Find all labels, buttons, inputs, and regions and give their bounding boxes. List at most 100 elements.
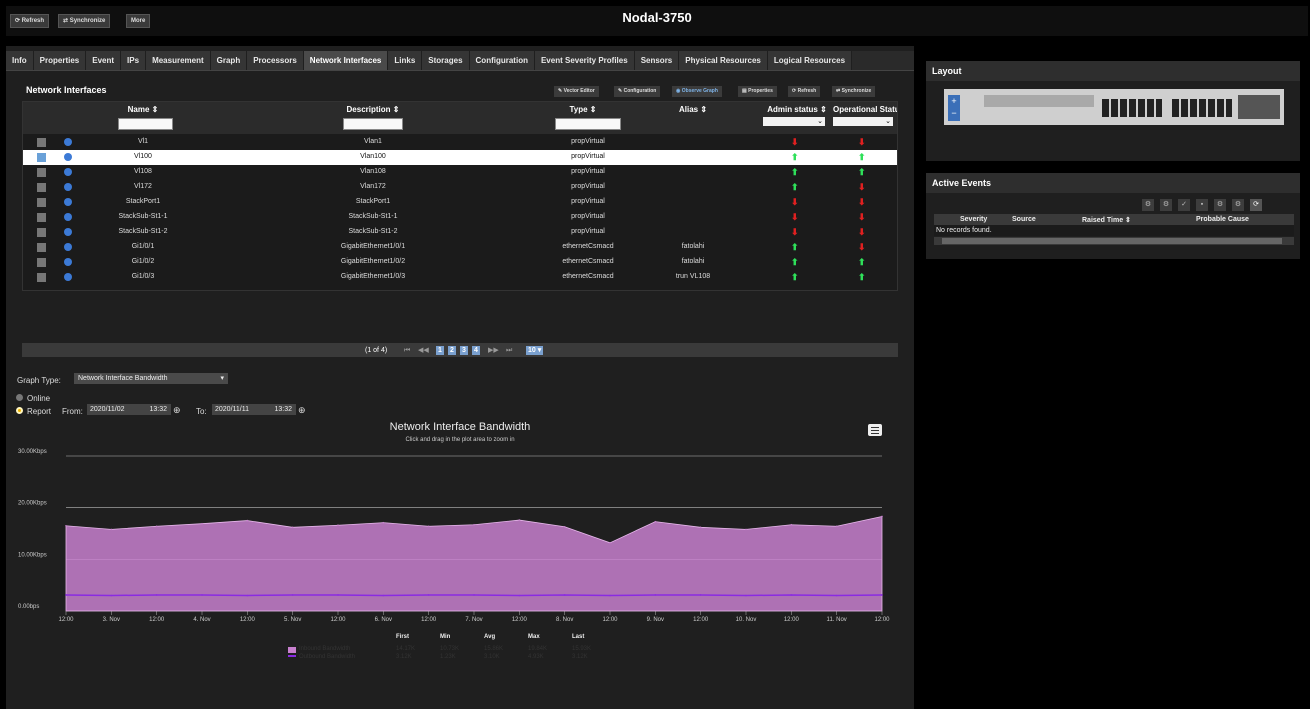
observe-graph-button[interactable]: ◉ Observe Graph <box>672 86 722 97</box>
col-oper-status[interactable]: Operational Status <box>833 105 897 114</box>
row-checkbox[interactable] <box>37 153 46 162</box>
rows-per-page-select[interactable]: 10 ▾ <box>526 346 544 355</box>
row-expand-icon[interactable] <box>64 228 72 236</box>
row-checkbox[interactable] <box>37 273 46 282</box>
table-refresh-button[interactable]: ⟳ Refresh <box>788 86 821 97</box>
tab-sensors[interactable]: Sensors <box>634 51 680 70</box>
tab-ips[interactable]: IPs <box>121 51 147 70</box>
properties-button[interactable]: ▤ Properties <box>738 86 777 97</box>
tab-event[interactable]: Event <box>86 51 122 70</box>
acknowledge-icon[interactable]: ✓ <box>1178 199 1190 211</box>
table-row[interactable]: Vl172 Vlan172 propVirtual ⬆ ⬇ <box>23 180 897 195</box>
row-checkbox[interactable] <box>37 198 46 207</box>
from-time-picker-icon[interactable]: ⊕ <box>173 405 181 416</box>
row-checkbox[interactable] <box>37 213 46 222</box>
col-name[interactable]: Name ⇕ <box>103 105 183 114</box>
configuration-button[interactable]: ✎ Configuration <box>614 86 661 97</box>
tab-info[interactable]: Info <box>6 51 34 70</box>
row-expand-icon[interactable] <box>64 168 72 176</box>
col-severity[interactable]: Severity <box>960 216 987 223</box>
row-checkbox[interactable] <box>37 228 46 237</box>
next-page-button[interactable]: ▶▶ <box>488 346 499 355</box>
col-source[interactable]: Source <box>1012 216 1036 223</box>
to-time-picker-icon[interactable]: ⊕ <box>298 405 306 416</box>
table-row[interactable]: StackSub-St1-1 StackSub-St1-1 propVirtual ⬇… <box>23 210 897 225</box>
series-point <box>699 526 702 529</box>
tab-physical-resources[interactable]: Physical Resources <box>679 51 768 70</box>
events-tool-1-icon[interactable]: ⚙ <box>1142 199 1154 211</box>
col-admin-status[interactable]: Admin status ⇕ <box>761 105 833 114</box>
online-radio[interactable] <box>16 394 23 401</box>
scrollbar-thumb[interactable] <box>942 238 1282 244</box>
table-row[interactable]: Vl1 Vlan1 propVirtual ⬇ ⬇ <box>23 135 897 150</box>
table-row[interactable]: Gi1/0/3 GigabitEthernet1/0/3 ethernetCsmac… <box>23 270 897 285</box>
tab-network-interfaces[interactable]: Network Interfaces <box>303 51 389 70</box>
row-checkbox[interactable] <box>37 138 46 147</box>
table-synchronize-button[interactable]: ⇄ Synchronize <box>832 86 876 97</box>
legend-series-name[interactable]: Outbound Bandwidth <box>299 654 355 660</box>
chart-menu-icon[interactable] <box>868 424 882 436</box>
events-tool-5-icon[interactable]: ⚙ <box>1214 199 1226 211</box>
legend-value: 10.73K <box>440 646 460 652</box>
tab-event-severity-profiles[interactable]: Event Severity Profiles <box>534 51 635 70</box>
oper-status-filter[interactable]: ⌄ <box>833 117 893 126</box>
tab-links[interactable]: Links <box>388 51 423 70</box>
last-page-button[interactable]: ⏭ <box>506 346 512 355</box>
row-expand-icon[interactable] <box>64 138 72 146</box>
clear-icon[interactable]: ▪ <box>1196 199 1208 211</box>
row-expand-icon[interactable] <box>64 183 72 191</box>
tab-storages[interactable]: Storages <box>422 51 470 70</box>
page-3[interactable]: 3 <box>460 346 468 355</box>
col-type[interactable]: Type ⇕ <box>543 105 623 114</box>
zoom-in-button[interactable]: + <box>948 95 960 107</box>
tab-graph[interactable]: Graph <box>210 51 248 70</box>
row-expand-icon[interactable] <box>64 258 72 266</box>
table-row[interactable]: StackPort1 StackPort1 propVirtual ⬇ ⬇ <box>23 195 897 210</box>
row-expand-icon[interactable] <box>64 153 72 161</box>
row-expand-icon[interactable] <box>64 198 72 206</box>
col-probable-cause[interactable]: Probable Cause <box>1196 216 1249 223</box>
col-alias[interactable]: Alias ⇕ <box>663 105 723 114</box>
table-row[interactable]: Vl100 Vlan100 propVirtual ⬆ ⬆ <box>23 150 897 165</box>
tab-measurement[interactable]: Measurement <box>146 51 211 70</box>
refresh-events-icon[interactable]: ⟳ <box>1250 199 1262 211</box>
tab-logical-resources[interactable]: Logical Resources <box>767 51 853 70</box>
legend-series-name[interactable]: Inbound Bandwidth <box>299 646 350 652</box>
events-tool-2-icon[interactable]: ⚙ <box>1160 199 1172 211</box>
table-row[interactable]: Gi1/0/1 GigabitEthernet1/0/1 ethernetCsmac… <box>23 240 897 255</box>
table-row[interactable]: StackSub-St1-2 StackSub-St1-2 propVirtual ⬇… <box>23 225 897 240</box>
table-row[interactable]: Vl108 Vlan108 propVirtual ⬆ ⬆ <box>23 165 897 180</box>
name-filter[interactable] <box>118 118 173 130</box>
page-2[interactable]: 2 <box>448 346 456 355</box>
type-filter[interactable] <box>555 118 621 130</box>
table-row[interactable]: Gi1/0/2 GigabitEthernet1/0/2 ethernetCsmac… <box>23 255 897 270</box>
first-page-button[interactable]: ⏮ <box>404 346 410 355</box>
to-date-input[interactable]: 2020/11/11 13:32 <box>212 404 296 415</box>
page-1[interactable]: 1 <box>436 346 444 355</box>
description-filter[interactable] <box>343 118 403 130</box>
row-checkbox[interactable] <box>37 243 46 252</box>
row-expand-icon[interactable] <box>64 213 72 221</box>
from-date-input[interactable]: 2020/11/02 13:32 <box>87 404 171 415</box>
vector-editor-button[interactable]: ✎ Vector Editor <box>554 86 599 97</box>
row-checkbox[interactable] <box>37 168 46 177</box>
report-radio[interactable] <box>16 407 23 414</box>
events-tool-6-icon[interactable]: ⚙ <box>1232 199 1244 211</box>
row-expand-icon[interactable] <box>64 273 72 281</box>
row-checkbox[interactable] <box>37 258 46 267</box>
zoom-out-button[interactable]: − <box>948 107 960 119</box>
col-raised-time[interactable]: Raised Time ⇕ <box>1082 216 1131 224</box>
prev-page-button[interactable]: ◀◀ <box>418 346 429 355</box>
bandwidth-chart[interactable]: 0.00bps 10.00Kbps 20.00Kbps 30.00Kbps 12:00 3… <box>6 446 914 636</box>
events-scrollbar[interactable] <box>934 237 1294 245</box>
graph-type-select[interactable]: Network Interface Bandwidth ▾ <box>74 373 228 384</box>
tab-properties[interactable]: Properties <box>33 51 87 70</box>
admin-status-filter[interactable]: ⌄ <box>763 117 825 126</box>
col-description[interactable]: Description ⇕ <box>323 105 423 114</box>
row-expand-icon[interactable] <box>64 243 72 251</box>
row-checkbox[interactable] <box>37 183 46 192</box>
page-4[interactable]: 4 <box>472 346 480 355</box>
tab-processors[interactable]: Processors <box>247 51 304 70</box>
tab-configuration[interactable]: Configuration <box>469 51 535 70</box>
switch-faceplate-image[interactable] <box>944 89 1284 125</box>
